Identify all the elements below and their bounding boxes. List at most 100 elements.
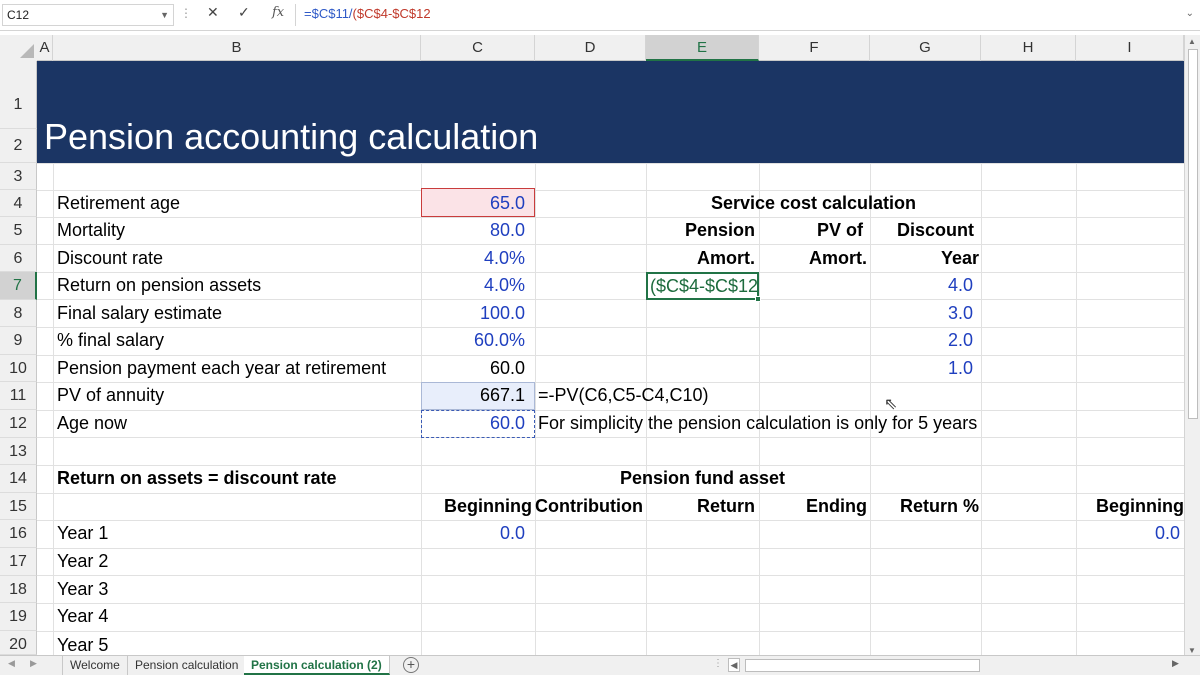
insert-function-icon[interactable]: fx [272,5,284,20]
expand-formula-icon[interactable]: ⌄ [1186,8,1194,19]
row-header-20[interactable]: 20 [0,631,37,655]
row-header-5[interactable]: 5 [0,217,37,245]
formula-bar: C12 ▼ ⋮ ✕ ✓ fx =$C$11/($C$4-$C$12 ⌄ [0,0,1200,31]
more-icon: ⋮ [180,6,192,20]
enter-icon[interactable]: ✓ [238,4,250,21]
column-header-h[interactable]: H [981,35,1076,61]
value-mortality[interactable]: 80.0 [421,217,525,244]
value-return-on-assets[interactable]: 4.0% [421,272,525,299]
column-header-i[interactable]: I [1076,35,1184,61]
header-discount: Discount [896,220,974,240]
row-header-17[interactable]: 17 [0,548,37,576]
simplicity-note: For simplicity the pension calculation i… [538,413,978,433]
select-all-corner[interactable] [0,35,37,61]
value-age-now[interactable]: 60.0 [421,410,525,437]
row-header-12[interactable]: 12 [0,410,37,438]
row-header-9[interactable]: 9 [0,327,37,355]
add-sheet-icon[interactable]: + [403,657,419,673]
return-on-assets-note: Return on assets = discount rate [57,468,337,488]
chevron-down-icon[interactable]: ▼ [160,5,169,25]
label-pension-payment: Pension payment each year at retirement [57,358,387,378]
header-amort-2: Amort. [809,248,867,268]
active-cell-editor[interactable]: ($C$4-$C$12 [646,272,761,302]
vertical-scrollbar[interactable]: ▲ ▼ [1184,35,1200,657]
tab-splitter-icon[interactable]: ⋮ [713,658,723,669]
column-headers: A B C D E F G H I [0,35,1200,61]
tab-scroll-left-icon[interactable]: ◀ [8,658,15,669]
formula-part-1: =$C$11/ [304,6,353,21]
label-final-salary-estimate: Final salary estimate [57,303,223,323]
discount-year-4[interactable]: 1.0 [870,355,973,382]
header-return: Return [697,496,755,516]
horizontal-scrollbar[interactable] [745,659,980,672]
value-discount-rate[interactable]: 4.0% [421,245,525,272]
label-year-3: Year 3 [57,579,109,599]
value-pv-of-annuity[interactable]: 667.1 [421,382,525,409]
scroll-thumb[interactable] [1188,49,1198,419]
value-pension-payment[interactable]: 60.0 [421,355,525,382]
formula-input[interactable]: =$C$11/($C$4-$C$12 [304,6,431,21]
row-header-7[interactable]: 7 [0,272,37,300]
row-header-6[interactable]: 6 [0,245,37,272]
mouse-pointer-icon: ⇖ [884,396,898,413]
header-pension: Pension [684,220,755,240]
tab-pension-calculation[interactable]: Pension calculation [128,656,247,675]
divider [295,4,296,26]
name-box-value: C12 [7,8,30,22]
row-header-10[interactable]: 10 [0,355,37,382]
tab-pension-calculation-2[interactable]: Pension calculation (2) [244,656,390,675]
header-return-percent: Return % [899,496,979,516]
name-box[interactable]: C12 ▼ [2,4,174,26]
discount-year-3[interactable]: 2.0 [870,327,973,354]
scroll-up-icon[interactable]: ▲ [1188,37,1196,46]
header-year: Year [940,248,979,268]
sheet-tab-bar: ◀ ▶ Welcome Pension calculation Pension … [0,655,1200,675]
year-1-beginning-value[interactable]: 0.0 [421,520,525,547]
value-percent-final-salary[interactable]: 60.0% [421,327,525,354]
scroll-down-icon[interactable]: ▼ [1188,646,1196,655]
discount-year-2[interactable]: 3.0 [870,300,973,327]
pension-fund-asset-title: Pension fund asset [619,468,786,488]
label-mortality: Mortality [57,220,126,240]
value-final-salary[interactable]: 100.0 [421,300,525,327]
label-pv-of-annuity: PV of annuity [57,385,165,405]
column-header-e[interactable]: E [646,35,759,61]
row-header-1[interactable]: 1 [0,61,37,129]
header-pv-of: PV of [816,220,863,240]
row-header-11[interactable]: 11 [0,382,37,410]
value-retirement-age[interactable]: 65.0 [421,190,525,217]
column-header-d[interactable]: D [535,35,646,61]
hscroll-left-icon[interactable]: ◀ [728,658,740,672]
cancel-icon[interactable]: ✕ [207,4,219,21]
formula-part-2: ($C$4-$C$12 [352,6,431,21]
row-header-19[interactable]: 19 [0,603,37,631]
pv-formula-note: =-PV(C6,C5-C4,C10) [538,385,709,405]
row-header-3[interactable]: 3 [0,163,37,190]
label-discount-rate: Discount rate [57,248,164,268]
right-beginning-value[interactable]: 0.0 [1076,520,1180,547]
hscroll-right-icon[interactable]: ▶ [1172,658,1179,669]
row-header-16[interactable]: 16 [0,520,37,548]
row-header-18[interactable]: 18 [0,576,37,603]
label-year-5: Year 5 [57,635,109,655]
fill-handle[interactable] [755,296,761,302]
column-header-a[interactable]: A [37,35,53,61]
discount-year-1[interactable]: 4.0 [870,272,973,299]
row-header-13[interactable]: 13 [0,438,37,465]
column-header-g[interactable]: G [870,35,981,61]
row-header-14[interactable]: 14 [0,465,37,493]
column-header-c[interactable]: C [421,35,535,61]
column-header-b[interactable]: B [53,35,421,61]
header-beginning: Beginning [444,496,532,516]
column-header-f[interactable]: F [759,35,870,61]
row-header-4[interactable]: 4 [0,190,37,217]
row-header-8[interactable]: 8 [0,300,37,327]
tab-scroll-right-icon[interactable]: ▶ [30,658,37,669]
row-header-2[interactable]: 2 [0,129,37,163]
label-percent-final-salary: % final salary [57,330,165,350]
label-age-now: Age now [57,413,128,433]
tab-welcome[interactable]: Welcome [62,656,128,675]
row-header-15[interactable]: 15 [0,493,37,520]
sheet-title: Pension accounting calculation [44,116,539,157]
label-retirement-age: Retirement age [57,193,181,213]
